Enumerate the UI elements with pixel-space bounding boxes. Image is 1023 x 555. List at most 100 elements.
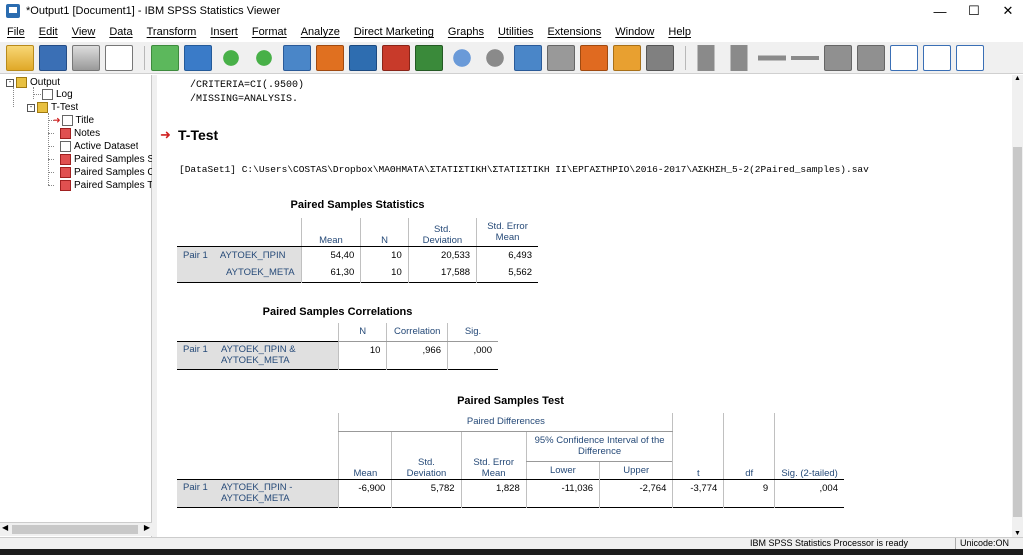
pair-label: Pair 1 <box>183 249 208 261</box>
redo-icon[interactable] <box>250 44 278 71</box>
row-label: ΑΥΤΟΕΚ_ΠΡΙΝ <box>219 249 286 261</box>
cell-mean: 61,30 <box>300 264 361 282</box>
goto-case-icon[interactable] <box>316 44 344 71</box>
viewer-vertical-scrollbar[interactable]: ▲ ▼ <box>1012 75 1023 537</box>
tree-node-paired-test[interactable]: Paired Samples T <box>60 179 152 192</box>
outline-pane: - Output Log - T-Test ➜ Title Notes Acti… <box>0 75 152 537</box>
notes-icon <box>60 128 71 139</box>
scroll-left-arrow-icon[interactable]: ◀ <box>2 523 8 532</box>
menu-transform[interactable]: Transform <box>140 26 204 38</box>
menu-file[interactable]: File <box>0 26 32 38</box>
menu-view[interactable]: View <box>65 26 103 38</box>
spss-app-icon <box>6 4 20 18</box>
menu-analyze[interactable]: Analyze <box>294 26 347 38</box>
menu-extensions[interactable]: Extensions <box>540 26 608 38</box>
menu-format[interactable]: Format <box>245 26 294 38</box>
navigate-forward-icon[interactable] <box>725 44 753 71</box>
variables-icon[interactable] <box>349 44 377 71</box>
heading-arrow-icon: ➜ <box>160 127 171 142</box>
tree-node-paired-stats[interactable]: Paired Samples S <box>60 153 152 166</box>
insert-text-icon[interactable] <box>613 44 641 71</box>
scrollbar-thumb[interactable] <box>12 525 138 534</box>
col-header: Std. Deviation <box>391 431 462 480</box>
promote-icon[interactable] <box>824 44 852 71</box>
outline-horizontal-scrollbar[interactable]: ◀ ▶ <box>0 522 152 536</box>
collapse-box-icon[interactable]: - <box>6 78 14 87</box>
navigate-back-icon[interactable] <box>692 44 720 71</box>
collapse-icon[interactable] <box>481 44 509 71</box>
output-node-icon <box>16 77 27 88</box>
paired-test-table: Paired Differences t df Sig. (2-tailed) … <box>177 413 844 508</box>
demote-icon[interactable] <box>857 44 885 71</box>
menu-window[interactable]: Window <box>608 26 661 38</box>
scroll-down-arrow-icon[interactable]: ▼ <box>1014 530 1021 537</box>
col-header: N <box>337 323 387 342</box>
collapse-minus-icon[interactable] <box>791 44 819 71</box>
col-header: df <box>723 413 775 480</box>
insert-title-icon[interactable] <box>580 44 608 71</box>
toolbar <box>0 42 1023 74</box>
menu-direct-marketing[interactable]: Direct Marketing <box>347 26 441 38</box>
tree-node-title[interactable]: ➜ Title <box>53 114 94 127</box>
tree-node-log[interactable]: Log <box>42 88 73 101</box>
cell-sig: ,000 <box>447 341 498 369</box>
cell-n: 10 <box>360 264 409 282</box>
col-header: Upper <box>599 461 673 479</box>
col-header: Std. Deviation <box>407 218 477 247</box>
scroll-right-arrow-icon[interactable]: ▶ <box>144 523 150 532</box>
paired-stats-table: Mean N Std. Deviation Std. Error Mean Pa… <box>177 218 538 283</box>
cell-se: 6,493 <box>476 246 538 264</box>
save-icon[interactable] <box>39 44 67 71</box>
tree-label: Log <box>56 89 73 100</box>
tree-node-active-dataset[interactable]: Active Dataset <box>60 140 138 153</box>
cell-n: 10 <box>360 246 409 264</box>
close-button[interactable]: ✕ <box>992 0 1023 22</box>
menu-data[interactable]: Data <box>102 26 139 38</box>
hide-icon[interactable] <box>514 44 542 71</box>
export-icon[interactable] <box>151 44 179 71</box>
show-output-icon[interactable] <box>890 44 918 71</box>
table-icon <box>60 167 71 178</box>
menu-utilities[interactable]: Utilities <box>491 26 540 38</box>
menu-graphs[interactable]: Graphs <box>441 26 491 38</box>
col-header: Lower <box>525 461 600 479</box>
table-caption: Paired Samples Statistics <box>290 199 425 211</box>
undo-icon[interactable] <box>217 44 245 71</box>
menu-edit[interactable]: Edit <box>32 26 65 38</box>
show-all-icon[interactable] <box>448 44 476 71</box>
table-icon <box>60 180 71 191</box>
menu-help[interactable]: Help <box>661 26 698 38</box>
col-header-group: 95% Confidence Interval of the Differenc… <box>525 431 673 462</box>
print-icon[interactable] <box>72 44 100 71</box>
insert-heading-icon[interactable] <box>547 44 575 71</box>
minimize-button[interactable]: — <box>924 0 956 22</box>
maximize-button[interactable]: ☐ <box>958 0 990 22</box>
insert-output-icon[interactable] <box>415 44 443 71</box>
table-header-row: Mean N Std. Deviation Std. Error Mean <box>177 218 538 247</box>
print-preview-icon[interactable] <box>105 44 133 71</box>
designate-window-icon[interactable] <box>382 44 410 71</box>
paste-icon[interactable] <box>956 44 984 71</box>
tree-label: Output <box>30 77 61 88</box>
collapse-box-icon[interactable]: - <box>27 103 35 112</box>
window-title: *Output1 [Document1] - IBM SPSS Statisti… <box>26 5 281 17</box>
cell-lower: -11,036 <box>525 479 600 507</box>
open-icon[interactable] <box>6 44 34 71</box>
tree-node-paired-corr[interactable]: Paired Samples C <box>60 166 152 179</box>
tree-node-ttest[interactable]: - T-Test <box>27 101 78 114</box>
scroll-up-arrow-icon[interactable]: ▲ <box>1014 75 1021 82</box>
recall-dialog-icon[interactable] <box>184 44 212 71</box>
copy-icon[interactable] <box>923 44 951 71</box>
cell-n: 10 <box>337 341 387 369</box>
export-chart-icon[interactable] <box>646 44 674 71</box>
cell-correlation: ,966 <box>386 341 448 369</box>
menu-insert[interactable]: Insert <box>203 26 245 38</box>
col-header: Mean <box>300 218 361 247</box>
expand-icon[interactable] <box>758 44 786 71</box>
goto-data-icon[interactable] <box>283 44 311 71</box>
tree-node-notes[interactable]: Notes <box>60 127 100 140</box>
toolbar-separator <box>685 45 686 70</box>
scrollbar-thumb[interactable] <box>1013 147 1022 517</box>
windows-taskbar <box>0 549 1023 555</box>
row-label: ΑΥΤΟΕΚ_ΠΡΙΝ - ΑΥΤΟΕΚ_ΜΕΤΑ <box>221 482 293 504</box>
